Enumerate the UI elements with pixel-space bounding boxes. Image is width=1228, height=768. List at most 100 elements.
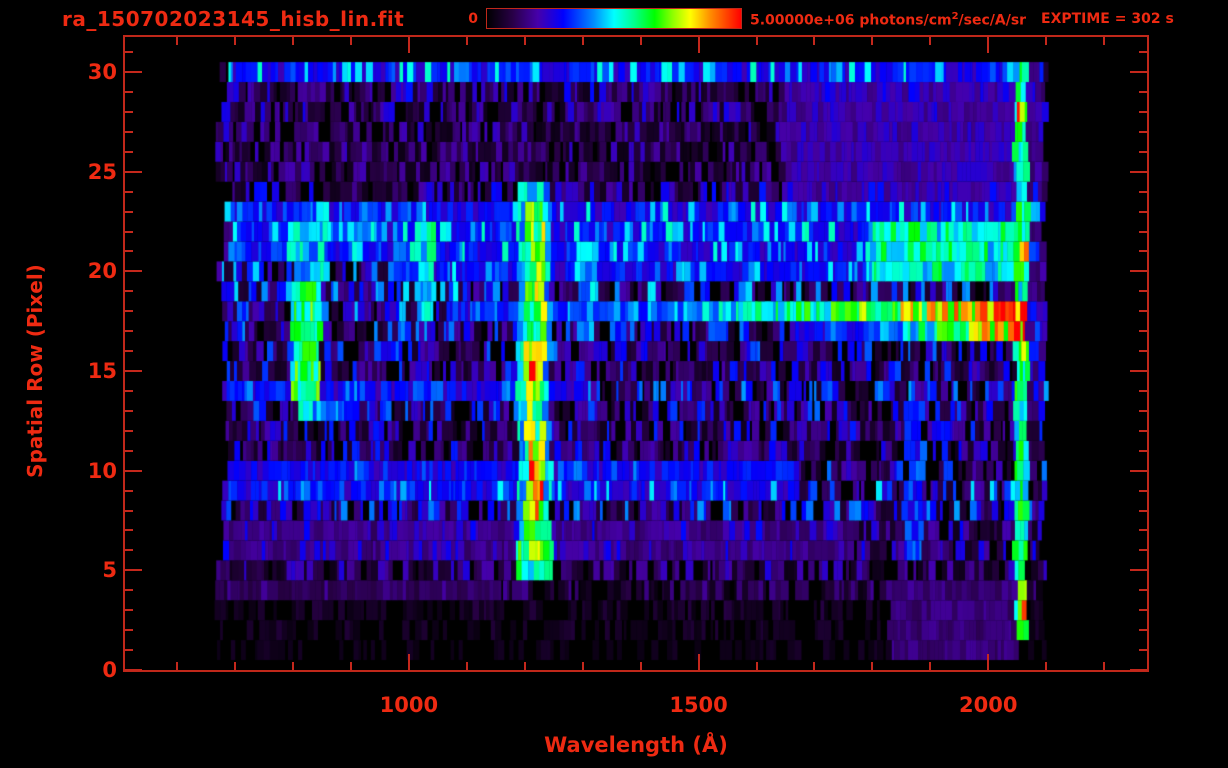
tick-mark bbox=[125, 211, 133, 213]
tick-mark bbox=[292, 662, 294, 670]
spectrogram-window: ra_150702023145_hisb_lin.fit 0 5.00000e+… bbox=[0, 0, 1228, 768]
tick-mark bbox=[125, 171, 142, 173]
tick-mark bbox=[125, 450, 133, 452]
tick-mark bbox=[813, 662, 815, 670]
tick-mark bbox=[1045, 37, 1047, 45]
tick-mark bbox=[176, 662, 178, 670]
tick-mark bbox=[582, 662, 584, 670]
tick-mark bbox=[1139, 510, 1147, 512]
tick-mark bbox=[125, 191, 133, 193]
tick-mark bbox=[1139, 250, 1147, 252]
tick-mark bbox=[1139, 549, 1147, 551]
y-tick-label: 25 bbox=[87, 159, 117, 184]
tick-mark bbox=[408, 654, 410, 670]
tick-mark bbox=[987, 654, 989, 670]
tick-mark bbox=[1045, 662, 1047, 670]
tick-mark bbox=[1130, 669, 1147, 671]
tick-mark bbox=[125, 669, 142, 671]
tick-mark bbox=[125, 649, 133, 651]
colorbar-max-label: 5.00000e+06 photons/cm2/sec/A/sr bbox=[750, 11, 1026, 29]
tick-mark bbox=[125, 549, 133, 551]
tick-mark bbox=[125, 330, 133, 332]
tick-mark bbox=[1139, 131, 1147, 133]
y-tick-label: 20 bbox=[87, 259, 117, 284]
tick-mark bbox=[125, 390, 133, 392]
tick-mark bbox=[125, 350, 133, 352]
tick-mark bbox=[1139, 51, 1147, 53]
colorbar-units-superscript: 2 bbox=[951, 11, 959, 22]
x-tick-label: 2000 bbox=[959, 693, 1018, 717]
tick-mark bbox=[125, 151, 133, 153]
tick-mark bbox=[350, 37, 352, 45]
tick-mark bbox=[125, 430, 133, 432]
tick-mark bbox=[1139, 529, 1147, 531]
colorbar-units-suffix: /sec/A/sr bbox=[958, 12, 1027, 29]
tick-mark bbox=[871, 37, 873, 45]
colorbar-units-prefix: photons/cm bbox=[859, 12, 952, 29]
tick-mark bbox=[466, 37, 468, 45]
tick-mark bbox=[1139, 151, 1147, 153]
tick-mark bbox=[125, 290, 133, 292]
tick-mark bbox=[234, 662, 236, 670]
exptime-label: EXPTIME = 302 s bbox=[1041, 11, 1174, 27]
tick-mark bbox=[582, 37, 584, 45]
y-tick-label: 5 bbox=[102, 558, 117, 583]
tick-mark bbox=[1139, 350, 1147, 352]
tick-mark bbox=[125, 131, 133, 133]
tick-mark bbox=[234, 37, 236, 45]
tick-mark bbox=[1139, 490, 1147, 492]
tick-mark bbox=[1130, 171, 1147, 173]
tick-mark bbox=[1139, 290, 1147, 292]
tick-mark bbox=[1139, 231, 1147, 233]
tick-mark bbox=[1139, 410, 1147, 412]
tick-mark bbox=[125, 510, 133, 512]
tick-mark bbox=[125, 569, 142, 571]
tick-mark bbox=[987, 37, 989, 53]
tick-mark bbox=[871, 662, 873, 670]
tick-mark bbox=[125, 470, 142, 472]
tick-mark bbox=[125, 529, 133, 531]
colorbar-max-value: 5.00000e+06 bbox=[750, 12, 855, 29]
tick-mark bbox=[1139, 310, 1147, 312]
tick-mark bbox=[1103, 37, 1105, 45]
tick-mark bbox=[756, 37, 758, 45]
tick-mark bbox=[1139, 111, 1147, 113]
tick-mark bbox=[1139, 430, 1147, 432]
colorbar bbox=[486, 8, 742, 29]
tick-mark bbox=[929, 37, 931, 45]
tick-mark bbox=[640, 662, 642, 670]
tick-mark bbox=[524, 662, 526, 670]
tick-mark bbox=[1130, 370, 1147, 372]
tick-mark bbox=[640, 37, 642, 45]
tick-mark bbox=[524, 37, 526, 45]
tick-mark bbox=[1130, 470, 1147, 472]
y-tick-label: 15 bbox=[87, 359, 117, 384]
tick-mark bbox=[408, 37, 410, 53]
tick-mark bbox=[466, 662, 468, 670]
y-axis-label-wrap: Spatial Row (Pixel) bbox=[23, 221, 49, 521]
tick-mark bbox=[1130, 569, 1147, 571]
tick-mark bbox=[1139, 450, 1147, 452]
tick-mark bbox=[1139, 649, 1147, 651]
tick-mark bbox=[292, 37, 294, 45]
tick-mark bbox=[125, 270, 142, 272]
tick-mark bbox=[125, 91, 133, 93]
x-axis-label: Wavelength (Å) bbox=[544, 733, 728, 757]
tick-mark bbox=[1139, 191, 1147, 193]
tick-mark bbox=[1130, 270, 1147, 272]
tick-mark bbox=[929, 662, 931, 670]
filename-title: ra_150702023145_hisb_lin.fit bbox=[62, 7, 405, 31]
tick-mark bbox=[1139, 589, 1147, 591]
tick-mark bbox=[350, 662, 352, 670]
tick-mark bbox=[176, 37, 178, 45]
tick-mark bbox=[125, 111, 133, 113]
tick-mark bbox=[1103, 662, 1105, 670]
tick-mark bbox=[125, 589, 133, 591]
tick-mark bbox=[125, 310, 133, 312]
tick-mark bbox=[125, 51, 133, 53]
tick-mark bbox=[125, 629, 133, 631]
colorbar-min-label: 0 bbox=[468, 11, 478, 27]
tick-mark bbox=[125, 250, 133, 252]
x-tick-label: 1500 bbox=[669, 693, 728, 717]
tick-mark bbox=[756, 662, 758, 670]
